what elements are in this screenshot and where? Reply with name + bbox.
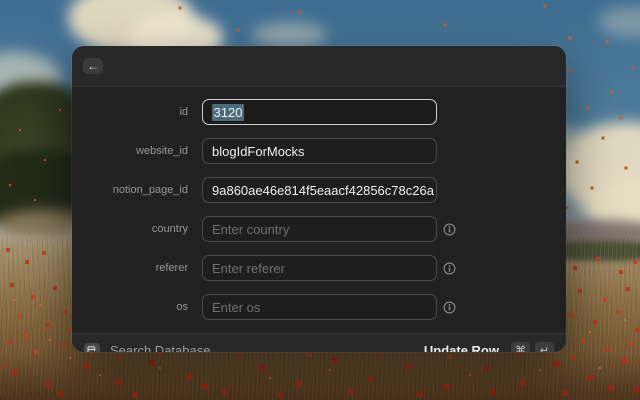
database-icon <box>84 342 100 352</box>
enter-key-badge: ↵ <box>535 342 554 352</box>
field-placeholder: Enter os <box>212 299 261 315</box>
field-label: notion_page_id <box>112 184 188 196</box>
info-icon[interactable] <box>443 223 456 236</box>
dialog-footer: Search Database Update Row ⌘ ↵ <box>72 333 566 352</box>
cmd-key-badge: ⌘ <box>511 342 530 352</box>
field-label: website_id <box>136 145 188 157</box>
field-value: 9a860ae46e814f5eaacf42856c78c26a <box>212 182 434 198</box>
info-icon[interactable] <box>443 301 456 314</box>
notion_page_id-input[interactable]: 9a860ae46e814f5eaacf42856c78c26a <box>202 177 437 203</box>
info-icon[interactable] <box>443 262 456 275</box>
referer-input[interactable]: Enter referer <box>202 255 437 281</box>
field-value: 3120 <box>211 103 245 121</box>
app-title: Search Database <box>110 343 211 352</box>
shortcut-keys: ⌘ ↵ <box>511 342 554 352</box>
field-label: os <box>176 301 188 313</box>
field-placeholder: Enter referer <box>212 260 285 276</box>
field-label: referer <box>155 262 188 274</box>
field-label: country <box>151 223 188 235</box>
os-input[interactable]: Enter os <box>202 294 437 320</box>
back-arrow-icon: ← <box>87 59 99 73</box>
dialog-header: ← <box>72 46 566 87</box>
field-label: id <box>179 106 188 118</box>
form-row-notion_page_id: notion_page_id 9a860ae46e814f5eaacf42856c… <box>72 177 566 203</box>
form-row-website_id: website_id blogIdForMocks <box>72 138 566 164</box>
field-placeholder: Enter country <box>212 221 290 237</box>
update-row-form: id 3120 website_id blogIdForMocks notion_pag… <box>72 87 566 333</box>
country-input[interactable]: Enter country <box>202 216 437 242</box>
form-row-id: id 3120 <box>72 99 566 125</box>
back-button[interactable]: ← <box>83 58 103 74</box>
website_id-input[interactable]: blogIdForMocks <box>202 138 437 164</box>
footer-left: Search Database <box>84 342 424 352</box>
form-row-referer: referer Enter referer <box>72 255 566 281</box>
footer-right: Update Row ⌘ ↵ <box>424 342 554 352</box>
form-row-country: country Enter country <box>72 216 566 242</box>
update-row-button[interactable]: Update Row <box>424 343 499 352</box>
update-row-dialog: ← id 3120 website_id blogIdForMocks notion_p… <box>72 46 566 352</box>
id-input[interactable]: 3120 <box>202 99 437 125</box>
form-row-os: os Enter os <box>72 294 566 320</box>
field-value: blogIdForMocks <box>212 143 305 159</box>
